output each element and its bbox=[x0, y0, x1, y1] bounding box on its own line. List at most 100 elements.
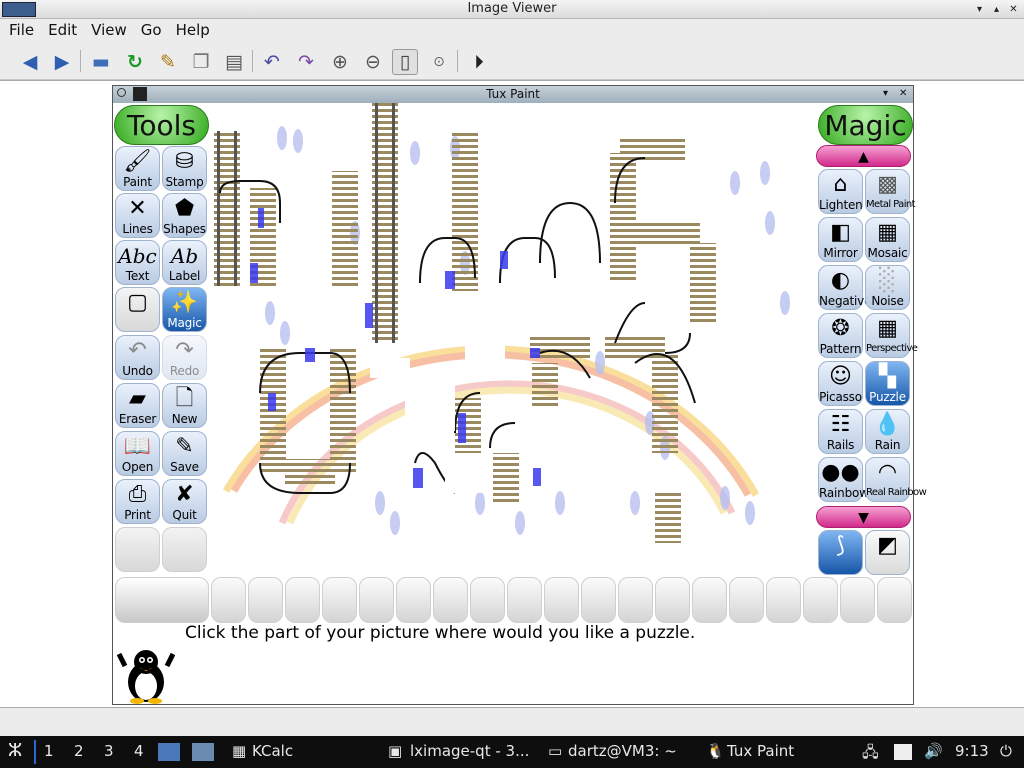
color-swatch[interactable] bbox=[618, 577, 653, 623]
menu-edit[interactable]: Edit bbox=[39, 19, 82, 39]
image-viewer-icon[interactable] bbox=[192, 743, 214, 761]
start-menu-icon[interactable]: ⵣ bbox=[8, 740, 22, 761]
paste-icon[interactable]: ▤ bbox=[221, 49, 247, 75]
magic-perspective[interactable]: ▦ Perspective bbox=[865, 313, 918, 358]
tool-shapes[interactable]: ⬟ Shapes bbox=[162, 193, 207, 238]
tool-stamp[interactable]: ⛁ Stamp bbox=[162, 146, 207, 191]
window-titlebar[interactable]: Image Viewer ▾ ▴ ✕ bbox=[0, 0, 1024, 19]
tool-redo[interactable]: ↷ Redo bbox=[162, 335, 207, 380]
color-swatch[interactable] bbox=[581, 577, 616, 623]
color-swatch[interactable] bbox=[285, 577, 320, 623]
tux-penguin-icon bbox=[117, 650, 175, 704]
magic-negative[interactable]: ◐ Negative bbox=[818, 265, 871, 310]
color-swatch[interactable] bbox=[248, 577, 283, 623]
logout-icon[interactable]: ⏻ bbox=[1000, 742, 1012, 760]
tool-undo[interactable]: ↶ Undo bbox=[115, 335, 160, 380]
slideshow-icon[interactable]: ⏵ bbox=[466, 49, 492, 75]
back-arrow-icon[interactable]: ◀ bbox=[17, 49, 43, 75]
network-icon[interactable]: 🖧 bbox=[862, 742, 879, 767]
zoom-out-icon[interactable]: ⊖ bbox=[360, 49, 386, 75]
rotate-ccw-icon[interactable]: ↶ bbox=[259, 49, 285, 75]
magic-rails[interactable]: ☷ Rails bbox=[818, 409, 863, 454]
tool-eraser[interactable]: ▰ Eraser bbox=[115, 383, 160, 428]
magic-noise[interactable]: ░ Noise bbox=[865, 265, 910, 310]
tool-lines[interactable]: ✕ Lines bbox=[115, 193, 160, 238]
tp-close-icon: ✕ bbox=[899, 88, 908, 99]
color-swatch-selected[interactable] bbox=[115, 577, 209, 623]
magic-pattern[interactable]: ❂ Pattern bbox=[818, 313, 863, 358]
zoom-in-icon[interactable]: ⊕ bbox=[327, 49, 353, 75]
forward-arrow-icon[interactable]: ▶ bbox=[49, 49, 75, 75]
tp-min-icon: ▾ bbox=[883, 88, 889, 99]
rotate-cw-icon[interactable]: ↷ bbox=[293, 49, 319, 75]
workspace-1[interactable]: 1 bbox=[44, 742, 54, 760]
color-swatch[interactable] bbox=[544, 577, 579, 623]
color-swatch[interactable] bbox=[877, 577, 912, 623]
drawing-canvas[interactable] bbox=[210, 103, 816, 576]
color-swatch[interactable] bbox=[507, 577, 542, 623]
close-icon[interactable]: ✕ bbox=[1007, 3, 1020, 16]
menu-file[interactable]: File bbox=[0, 19, 39, 39]
new-document-icon: 🗋 bbox=[175, 386, 194, 411]
volume-icon[interactable]: 🔊 bbox=[924, 742, 943, 760]
tool-new[interactable]: 🗋 New bbox=[162, 383, 207, 428]
copy-icon[interactable]: ❐ bbox=[188, 49, 214, 75]
magic-mode-fullscreen-button[interactable]: ◩ bbox=[865, 530, 910, 575]
magic-scroll-up-button[interactable]: ▲ bbox=[816, 145, 911, 167]
edit-icon[interactable]: ✎ bbox=[155, 49, 181, 75]
magic-metal-paint[interactable]: ▩ Metal Paint bbox=[865, 169, 916, 214]
tool-label[interactable]: Ab Label bbox=[162, 240, 207, 285]
magic-scroll-down-button[interactable]: ▼ bbox=[816, 506, 911, 528]
task-tuxpaint[interactable]: Tux Paint bbox=[727, 742, 794, 760]
magic-mosaic[interactable]: ▦ Mosaic bbox=[865, 217, 910, 262]
magic-puzzle[interactable]: ▚ Puzzle bbox=[865, 361, 910, 406]
menu-help[interactable]: Help bbox=[167, 19, 215, 39]
undo-icon: ↶ bbox=[128, 338, 147, 363]
tool-magic[interactable]: ✨ Magic bbox=[162, 287, 207, 332]
magic-rain[interactable]: 💧 Rain bbox=[865, 409, 910, 454]
minimize-icon[interactable]: ▾ bbox=[973, 3, 986, 16]
clipboard-icon[interactable] bbox=[894, 744, 912, 760]
workspace-4[interactable]: 4 bbox=[134, 742, 144, 760]
color-swatch[interactable] bbox=[359, 577, 394, 623]
magic-lighten[interactable]: ⌂ Lighten bbox=[818, 169, 863, 214]
tool-save[interactable]: ✎ Save bbox=[162, 431, 207, 476]
magic-picasso[interactable]: ☺ Picasso bbox=[818, 361, 863, 406]
file-manager-icon[interactable] bbox=[158, 743, 180, 761]
menu-go[interactable]: Go bbox=[132, 19, 167, 39]
open-folder-icon[interactable]: ▬ bbox=[88, 49, 114, 75]
menu-bar: File Edit View Go Help bbox=[0, 19, 1024, 42]
color-swatch[interactable] bbox=[433, 577, 468, 623]
magic-rainbow[interactable]: ●● Rainbow bbox=[818, 457, 869, 502]
fit-icon[interactable]: ▯ bbox=[392, 49, 418, 75]
color-swatch[interactable] bbox=[729, 577, 764, 623]
clock[interactable]: 9:13 bbox=[955, 742, 989, 760]
reload-icon[interactable]: ↻ bbox=[122, 49, 148, 75]
task-terminal[interactable]: dartz@VM3: ~ bbox=[568, 742, 677, 760]
color-swatch[interactable] bbox=[803, 577, 838, 623]
tool-print[interactable]: ⎙ Print bbox=[115, 479, 160, 524]
tool-open[interactable]: 📖 Open bbox=[115, 431, 160, 476]
color-swatch[interactable] bbox=[322, 577, 357, 623]
magic-mirror[interactable]: ◧ Mirror bbox=[818, 217, 863, 262]
workspace-2[interactable]: 2 bbox=[74, 742, 84, 760]
magic-real-rainbow[interactable]: ◠ Real Rainbow bbox=[865, 457, 927, 502]
task-kcalc[interactable]: KCalc bbox=[252, 742, 293, 760]
tool-text[interactable]: Abc Text bbox=[115, 240, 160, 285]
color-swatch[interactable] bbox=[840, 577, 875, 623]
original-size-icon[interactable]: ⊙ bbox=[426, 49, 452, 75]
color-swatch[interactable] bbox=[470, 577, 505, 623]
color-swatch[interactable] bbox=[655, 577, 690, 623]
color-swatch[interactable] bbox=[211, 577, 246, 623]
magic-mode-paint-button[interactable]: ⟆ bbox=[818, 530, 863, 575]
workspace-3[interactable]: 3 bbox=[104, 742, 114, 760]
color-swatch[interactable] bbox=[396, 577, 431, 623]
color-swatch[interactable] bbox=[766, 577, 801, 623]
menu-view[interactable]: View bbox=[82, 19, 132, 39]
tool-paint[interactable]: 🖌 Paint bbox=[115, 146, 160, 191]
tool-quit[interactable]: ✘ Quit bbox=[162, 479, 207, 524]
tool-blank[interactable]: ▢ bbox=[115, 287, 160, 332]
task-lximage[interactable]: lximage-qt - 3... bbox=[410, 742, 529, 760]
color-swatch[interactable] bbox=[692, 577, 727, 623]
maximize-icon[interactable]: ▴ bbox=[990, 3, 1003, 16]
